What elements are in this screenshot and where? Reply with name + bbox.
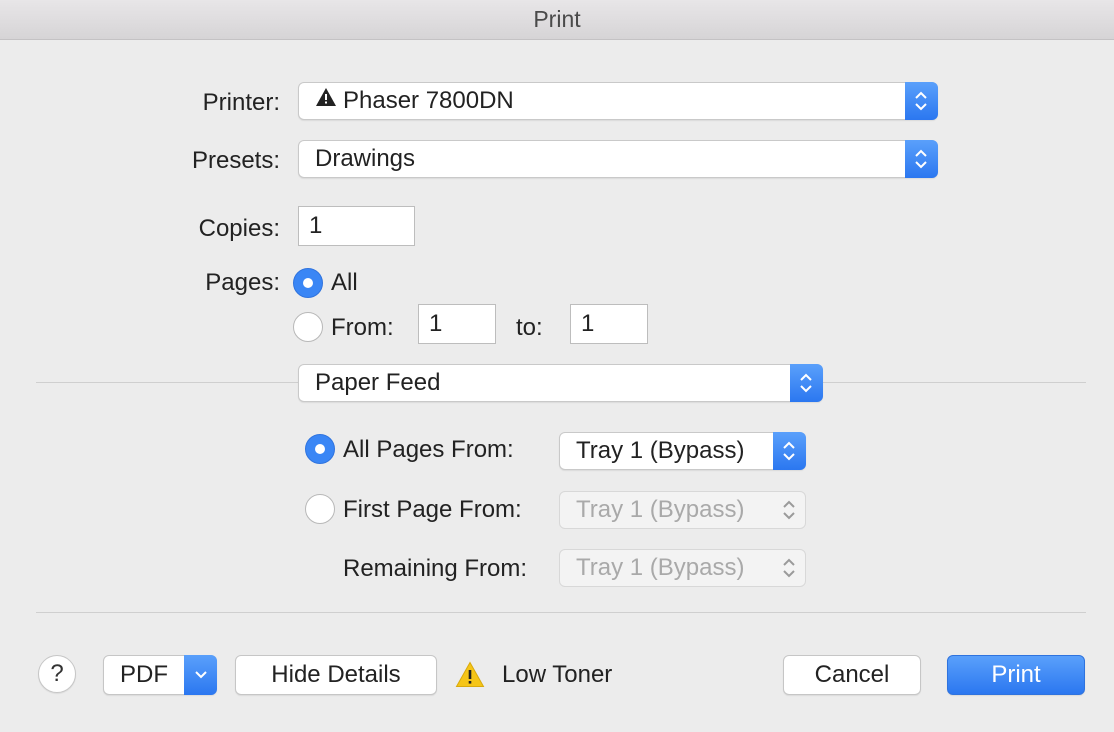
all-pages-from-label: All Pages From: <box>343 436 514 463</box>
pdf-label: PDF <box>120 661 168 688</box>
section-value: Paper Feed <box>315 369 441 396</box>
printer-value: Phaser 7800DN <box>343 87 514 114</box>
cancel-button[interactable]: Cancel <box>783 655 921 695</box>
pages-from-label: From: <box>331 314 394 341</box>
first-page-from-label: First Page From: <box>343 496 522 523</box>
printer-label: Printer: <box>202 89 280 116</box>
pages-from-field[interactable]: 1 <box>418 304 496 344</box>
all-pages-from-popup[interactable]: Tray 1 (Bypass) <box>559 432 806 470</box>
copies-label: Copies: <box>198 215 280 242</box>
printer-popup[interactable]: Phaser 7800DN <box>298 82 938 120</box>
presets-value: Drawings <box>315 145 416 172</box>
pages-to-label: to: <box>516 314 543 341</box>
remaining-from-label: Remaining From: <box>343 555 528 582</box>
low-toner-status: Low Toner <box>502 661 613 688</box>
pdf-menu-button[interactable]: PDF <box>103 655 217 695</box>
section-popup[interactable]: Paper Feed <box>298 364 823 402</box>
copies-field[interactable]: 1 <box>298 206 415 246</box>
window-title: Print <box>0 0 1114 40</box>
remaining-from-popup: Tray 1 (Bypass) <box>559 549 806 587</box>
print-button[interactable]: Print <box>947 655 1085 695</box>
help-button[interactable]: ? <box>38 655 76 693</box>
warning-icon <box>455 661 485 693</box>
first-page-from-radio[interactable] <box>305 494 335 524</box>
updown-stepper-icon <box>773 491 806 529</box>
all-pages-from-value: Tray 1 (Bypass) <box>576 437 745 464</box>
updown-stepper-icon <box>905 82 938 120</box>
pages-all-label: All <box>331 269 358 296</box>
first-page-from-value: Tray 1 (Bypass) <box>576 496 745 523</box>
all-pages-from-radio[interactable] <box>305 434 335 464</box>
hide-details-button[interactable]: Hide Details <box>235 655 437 695</box>
pages-to-field[interactable]: 1 <box>570 304 648 344</box>
remaining-from-value: Tray 1 (Bypass) <box>576 554 745 581</box>
pages-all-radio[interactable] <box>293 268 323 298</box>
pages-range-radio[interactable] <box>293 312 323 342</box>
first-page-from-popup: Tray 1 (Bypass) <box>559 491 806 529</box>
updown-stepper-icon <box>905 140 938 178</box>
chevron-down-icon <box>184 655 217 695</box>
divider <box>823 382 1086 383</box>
presets-popup[interactable]: Drawings <box>298 140 938 178</box>
updown-stepper-icon <box>773 549 806 587</box>
divider <box>36 612 1086 613</box>
pages-label: Pages: <box>205 269 280 296</box>
divider <box>36 382 298 383</box>
updown-stepper-icon <box>790 364 823 402</box>
presets-label: Presets: <box>191 147 280 174</box>
updown-stepper-icon <box>773 432 806 470</box>
warning-triangle-icon <box>315 82 337 118</box>
